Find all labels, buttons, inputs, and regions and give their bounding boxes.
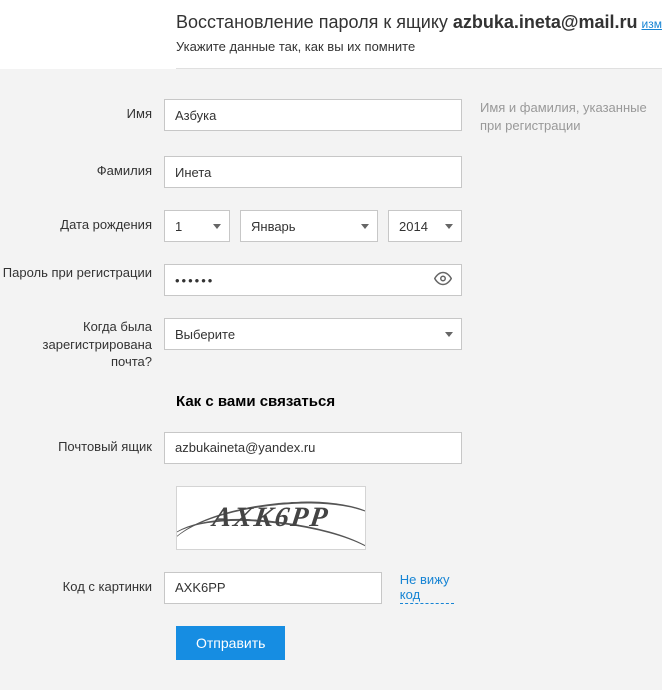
hint-name: Имя и фамилия, указанные при регистрации (480, 99, 650, 134)
name-input[interactable] (164, 99, 462, 131)
dob-year-select[interactable]: 2014 (388, 210, 462, 242)
section-contact-title: Как с вами связаться (176, 393, 662, 410)
label-dob: Дата рождения (0, 210, 164, 232)
label-when-registered: Когда была зарегистрирована почта? (0, 318, 164, 371)
captcha-image-wrap: AXK6PP (176, 486, 662, 550)
chevron-down-icon (213, 224, 221, 229)
dob-month-select[interactable]: Январь (240, 210, 378, 242)
label-mailbox: Почтовый ящик (0, 432, 164, 454)
captcha-input[interactable] (164, 572, 382, 604)
chevron-down-icon (361, 224, 369, 229)
eye-icon[interactable] (434, 270, 452, 291)
form-area: Имя Имя и фамилия, указанные при регистр… (0, 69, 662, 690)
chevron-down-icon (445, 332, 453, 337)
row-surname: Фамилия (0, 156, 662, 188)
page-header: Восстановление пароля к ящику azbuka.ine… (176, 0, 662, 69)
row-password: Пароль при регистрации (0, 264, 662, 296)
chevron-down-icon (445, 224, 453, 229)
captcha-image: AXK6PP (176, 486, 366, 550)
label-captcha: Код с картинки (0, 572, 164, 594)
dob-year-value: 2014 (399, 219, 428, 234)
row-when-registered: Когда была зарегистрирована почта? Выбер… (0, 318, 662, 371)
surname-input[interactable] (164, 156, 462, 188)
no-code-link[interactable]: Не вижу код (400, 572, 454, 604)
dob-day-value: 1 (175, 219, 182, 234)
row-mailbox: Почтовый ящик (0, 432, 662, 464)
dob-month-value: Январь (251, 219, 296, 234)
dob-day-select[interactable]: 1 (164, 210, 230, 242)
row-captcha: Код с картинки Не вижу код (0, 572, 662, 604)
page-subtitle: Укажите данные так, как вы их помните (176, 39, 662, 54)
when-registered-select[interactable]: Выберите (164, 318, 462, 350)
page-title: Восстановление пароля к ящику azbuka.ine… (176, 12, 662, 33)
row-name: Имя Имя и фамилия, указанные при регистр… (0, 99, 662, 134)
submit-button[interactable]: Отправить (176, 626, 285, 660)
change-link[interactable]: изм (642, 17, 662, 31)
label-name: Имя (0, 99, 164, 121)
mailbox-input[interactable] (164, 432, 462, 464)
row-dob: Дата рождения 1 Январь 2014 (0, 210, 662, 242)
title-prefix: Восстановление пароля к ящику (176, 12, 453, 32)
when-registered-value: Выберите (175, 327, 235, 342)
title-email: azbuka.ineta@mail.ru (453, 12, 638, 32)
label-password: Пароль при регистрации (0, 264, 164, 282)
password-input[interactable] (164, 264, 462, 296)
label-surname: Фамилия (0, 156, 164, 178)
captcha-text: AXK6PP (211, 502, 332, 534)
